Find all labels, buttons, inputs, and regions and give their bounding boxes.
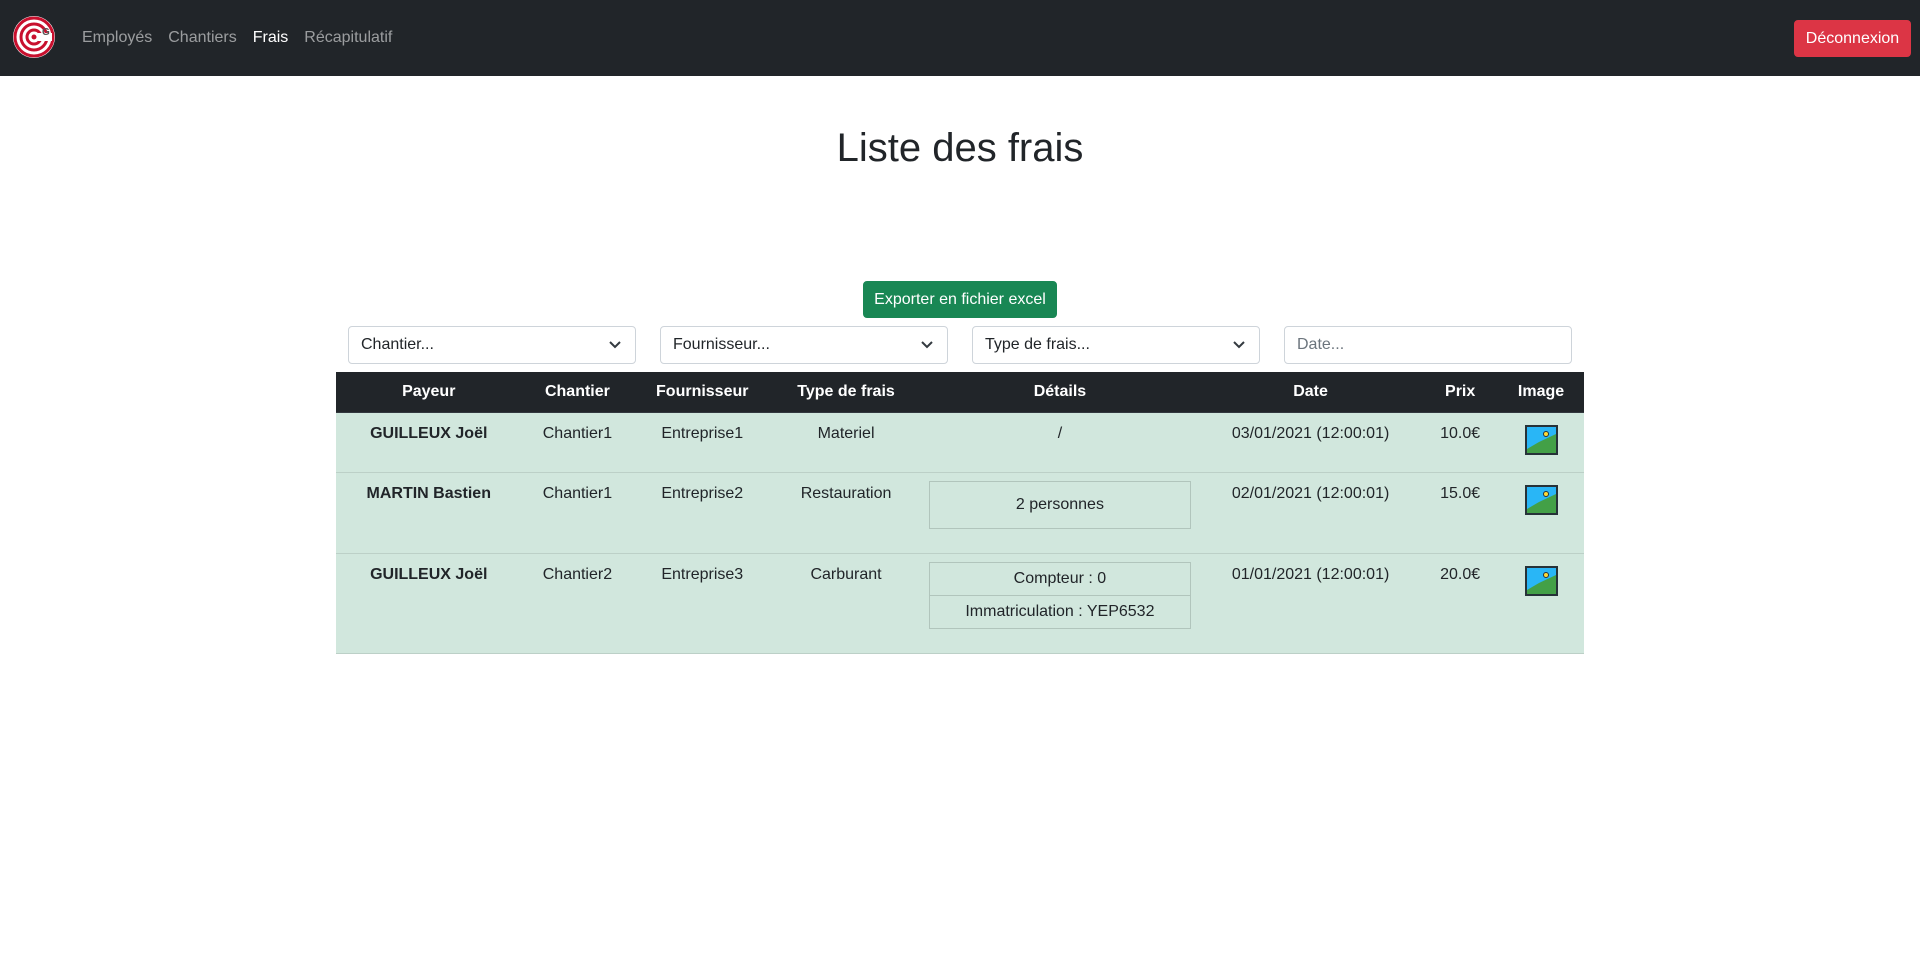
table-row: GUILLEUX Joël Chantier1 Entreprise1 Mate… — [336, 412, 1584, 473]
chevron-down-icon — [609, 341, 621, 349]
date-input-placeholder: Date... — [1297, 336, 1345, 353]
expenses-table: Payeur Chantier Fournisseur Type de frai… — [336, 372, 1584, 654]
chevron-down-icon — [921, 341, 933, 349]
export-excel-button[interactable]: Exporter en fichier excel — [863, 281, 1057, 318]
details-cell: Compteur : 0 Immatriculation : YEP6532 — [920, 553, 1199, 654]
nav-link-recapitulatif[interactable]: Récapitulatif — [304, 29, 392, 47]
date-cell: 01/01/2021 (12:00:01) — [1198, 553, 1423, 654]
page-title: Liste des frais — [836, 126, 1084, 170]
column-header-date: Date — [1198, 372, 1423, 413]
date-cell: 02/01/2021 (12:00:01) — [1198, 472, 1423, 554]
chantier-cell: Chantier2 — [521, 553, 634, 654]
column-header-details: Détails — [920, 372, 1199, 413]
column-header-type-frais: Type de frais — [771, 372, 921, 413]
image-cell — [1498, 553, 1584, 654]
fournisseur-cell: Entreprise2 — [633, 472, 772, 554]
details-line: Immatriculation : YEP6532 — [929, 594, 1190, 628]
prix-cell: 10.0€ — [1422, 412, 1499, 473]
type-frais-select[interactable]: Type de frais... — [972, 326, 1260, 364]
details-box: Compteur : 0 Immatriculation : YEP6532 — [928, 561, 1191, 629]
chantier-cell: Chantier1 — [521, 472, 634, 554]
details-line: Compteur : 0 — [1013, 569, 1107, 587]
chantier-cell: Chantier1 — [521, 412, 634, 473]
fournisseur-cell: Entreprise1 — [633, 412, 772, 473]
nav-link-employes[interactable]: Employés — [82, 29, 152, 47]
logout-button[interactable]: Déconnexion — [1794, 20, 1911, 57]
logo-icon[interactable]: G — [12, 15, 56, 59]
payer-cell: GUILLEUX Joël — [336, 553, 522, 654]
type-frais-cell: Restauration — [771, 472, 921, 554]
type-frais-cell: Carburant — [771, 553, 921, 654]
table-row: GUILLEUX Joël Chantier2 Entreprise3 Carb… — [336, 553, 1584, 654]
prix-cell: 20.0€ — [1422, 553, 1499, 654]
table-row: MARTIN Bastien Chantier1 Entreprise2 Res… — [336, 472, 1584, 554]
column-header-payeur: Payeur — [336, 372, 522, 413]
image-icon[interactable] — [1524, 484, 1558, 515]
fournisseur-cell: Entreprise3 — [633, 553, 772, 654]
image-icon[interactable] — [1524, 565, 1558, 596]
image-cell — [1498, 412, 1584, 473]
chantier-select[interactable]: Chantier... — [348, 326, 636, 364]
details-cell: / — [920, 412, 1199, 473]
svg-text:G: G — [42, 27, 50, 38]
payer-cell: MARTIN Bastien — [336, 472, 522, 554]
date-cell: 03/01/2021 (12:00:01) — [1198, 412, 1423, 473]
fournisseur-select[interactable]: Fournisseur... — [660, 326, 948, 364]
nav-links: Employés Chantiers Frais Récapitulatif — [82, 0, 408, 76]
chevron-down-icon — [1233, 341, 1245, 349]
column-header-image: Image — [1498, 372, 1584, 413]
column-header-prix: Prix — [1422, 372, 1499, 413]
nav-link-chantiers[interactable]: Chantiers — [168, 29, 236, 47]
chantier-select-value: Chantier... — [361, 336, 434, 353]
table-header: Payeur Chantier Fournisseur Type de frai… — [336, 372, 1584, 413]
prix-cell: 15.0€ — [1422, 472, 1499, 554]
image-icon[interactable] — [1524, 424, 1558, 455]
type-frais-cell: Materiel — [771, 412, 921, 473]
navbar: G Employés Chantiers Frais Récapitulatif… — [0, 0, 1920, 76]
nav-link-frais[interactable]: Frais — [253, 29, 289, 47]
date-input[interactable]: Date... — [1284, 326, 1572, 364]
column-header-chantier: Chantier — [521, 372, 634, 413]
image-cell — [1498, 472, 1584, 554]
payer-cell: GUILLEUX Joël — [336, 412, 522, 473]
details-box: 2 personnes — [928, 480, 1191, 529]
details-cell: 2 personnes — [920, 472, 1199, 554]
details-line: 2 personnes — [1015, 495, 1104, 513]
fournisseur-select-value: Fournisseur... — [673, 336, 770, 353]
type-frais-select-value: Type de frais... — [985, 336, 1090, 353]
column-header-fournisseur: Fournisseur — [633, 372, 772, 413]
